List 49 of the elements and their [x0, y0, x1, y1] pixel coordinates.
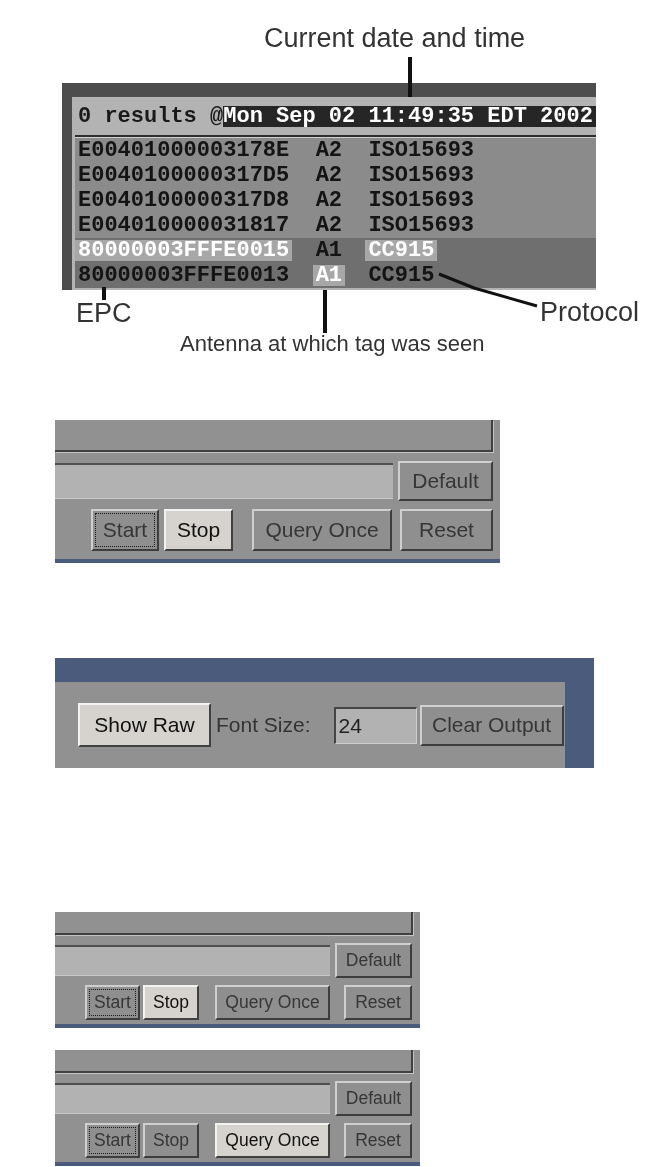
stop-button[interactable]: Stop — [143, 1123, 199, 1158]
leader-line — [408, 57, 412, 97]
protocol-value: ISO15693 — [367, 215, 476, 236]
query-once-button[interactable]: Query Once — [252, 509, 392, 551]
protocol-value: CC915 — [365, 240, 438, 261]
protocol-value: ISO15693 — [367, 190, 476, 211]
clear-output-button[interactable]: Clear Output — [419, 704, 564, 746]
antenna-value: A1 — [314, 240, 344, 261]
epc-value: E00401000003178E — [77, 140, 291, 161]
text-field[interactable] — [55, 1083, 330, 1114]
start-button[interactable]: Start — [85, 985, 140, 1020]
protocol-value: CC915 — [367, 265, 436, 286]
epc-value: E004010000031817 — [77, 215, 291, 236]
default-button[interactable]: Default — [335, 943, 412, 978]
stop-button[interactable]: Stop — [164, 509, 233, 551]
protocol-value: ISO15693 — [367, 140, 476, 161]
query-once-button[interactable]: Query Once — [215, 985, 330, 1020]
antenna-value: A2 — [314, 165, 344, 186]
start-button[interactable]: Start — [85, 1123, 140, 1158]
protocol-value: ISO15693 — [367, 165, 476, 186]
reset-button[interactable]: Reset — [344, 985, 412, 1020]
show-raw-button[interactable]: Show Raw — [78, 703, 211, 747]
callout-label: Protocol — [540, 299, 640, 326]
antenna-value: A1 — [312, 265, 346, 286]
epc-value: E0040100000317D8 — [77, 190, 291, 211]
reset-button[interactable]: Reset — [400, 509, 493, 551]
leader-line — [102, 287, 106, 300]
font-size-label: Font Size: — [216, 713, 311, 737]
timestamp-text: Mon Sep 02 11:49:35 EDT 2002 — [223, 105, 596, 127]
antenna-value: A2 — [314, 140, 344, 161]
callout-label: Current date and time — [264, 25, 526, 52]
callout-label: Antenna at which tag was seen — [180, 333, 485, 355]
antenna-value: A2 — [314, 215, 344, 236]
callout-label: EPC — [76, 300, 132, 327]
status-text: 0 results @ — [78, 105, 224, 127]
epc-value: 80000003FFFE0015 — [75, 240, 293, 261]
text-field[interactable] — [55, 463, 393, 499]
epc-value: E0040100000317D5 — [77, 165, 291, 186]
text-field[interactable] — [55, 945, 330, 976]
leader-line — [323, 290, 327, 333]
antenna-value: A2 — [314, 190, 344, 211]
start-button[interactable]: Start — [91, 509, 159, 551]
default-button[interactable]: Default — [398, 461, 493, 501]
font-size-field[interactable]: 24 — [333, 706, 417, 744]
epc-value: 80000003FFFE0013 — [77, 265, 291, 286]
query-once-button[interactable]: Query Once — [215, 1123, 330, 1158]
stop-button[interactable]: Stop — [143, 985, 199, 1020]
default-button[interactable]: Default — [335, 1081, 412, 1116]
reset-button[interactable]: Reset — [344, 1123, 412, 1158]
